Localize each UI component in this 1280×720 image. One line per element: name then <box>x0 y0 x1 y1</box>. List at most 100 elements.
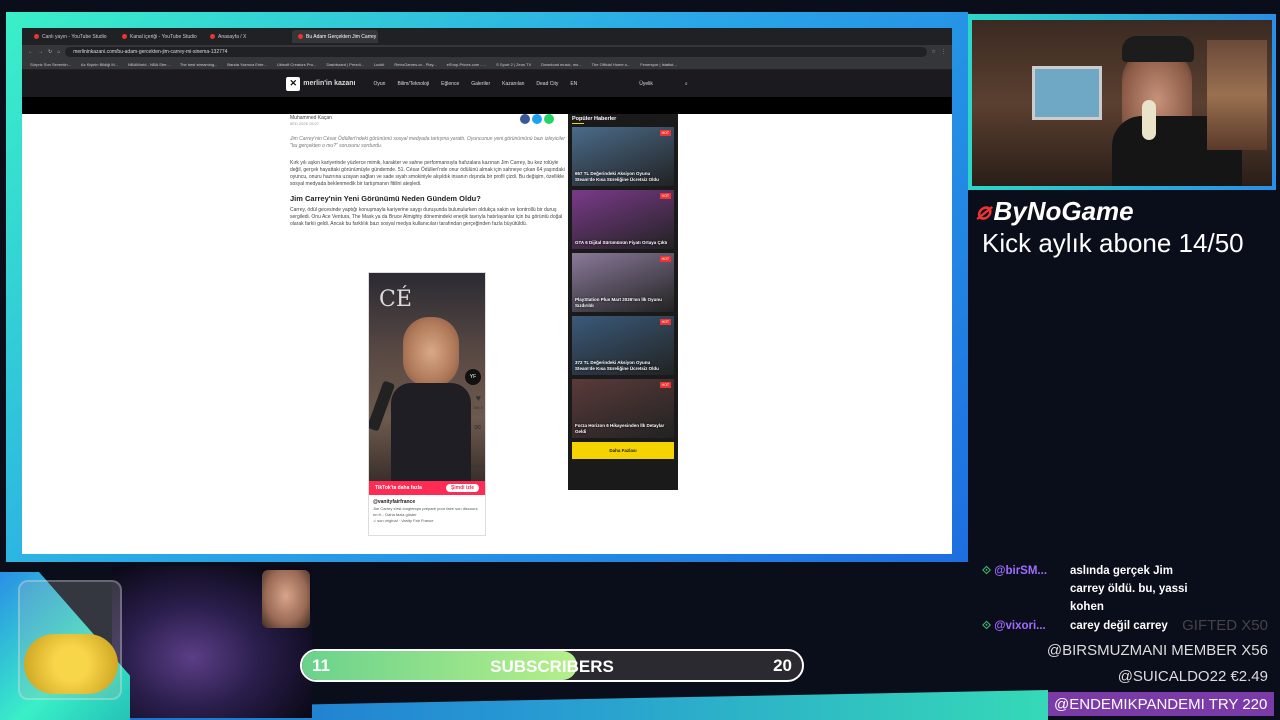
sidebar-title-underline <box>572 123 584 124</box>
article-paragraph: Carrey, ödül gecesinde yaptığı konuşmayl… <box>290 207 563 227</box>
bookshelf <box>1207 40 1267 150</box>
chat-message: ⟐ @vixori... carey değil carrey <box>982 617 1202 635</box>
card-badge: HOT <box>659 130 671 136</box>
tiktok-username[interactable]: @vanityfairfrance <box>369 495 485 506</box>
bookmark-item[interactable]: Sürpriz Son Seventin... <box>30 62 71 67</box>
card-badge: HOT <box>659 256 671 262</box>
facebook-icon[interactable] <box>520 114 530 124</box>
site-logo[interactable]: ✕ merlin'in kazanı <box>286 76 356 91</box>
home-icon[interactable]: ⌂ <box>57 49 60 55</box>
bookmark-item[interactable]: Ubisoft Creators Pro... <box>277 62 317 67</box>
chat-user: @birSM... <box>994 565 1048 577</box>
article-paragraph: Kırk yılı aşkın kariyerinde yüzlerce mim… <box>290 160 565 187</box>
bookmark-item[interactable]: S Sport 2 | Zeus TV <box>496 62 531 67</box>
news-card-title: Forza Horizon 6 Hikayesinden İlk Detayla… <box>575 423 665 434</box>
favicon-icon <box>122 34 127 39</box>
comment-icon[interactable]: ✉ <box>474 423 481 432</box>
chat-user: @vixori... <box>994 620 1046 632</box>
sidebar-title: Popüler Haberler <box>572 116 617 122</box>
nav-item[interactable]: Kazanılan <box>502 81 524 87</box>
tv-background <box>1032 66 1102 120</box>
back-icon[interactable]: ← <box>28 49 33 55</box>
sponsor-brand: ⌀ ByNoGame <box>976 196 1134 226</box>
twitter-icon[interactable] <box>532 114 542 124</box>
nav-item[interactable]: EN <box>570 81 577 87</box>
bookmark-item[interactable]: eShop-Prices.com - ... <box>447 62 487 67</box>
address-bar-row: ← → ↻ ⌂ merlininkazani.com/bu-adam-gerce… <box>22 45 952 59</box>
like-icon[interactable]: ♥ <box>476 393 481 403</box>
webcam-feed <box>972 20 1272 186</box>
forward-icon[interactable]: → <box>38 49 43 55</box>
reload-icon[interactable]: ↻ <box>48 49 52 55</box>
tiktok-sound: ♫ son original · Vanity Fair France <box>373 518 434 523</box>
more-news-button[interactable]: Daha Fazlası <box>572 442 674 459</box>
bookmark-item[interactable]: RetroGames.cc - Play... <box>394 62 436 67</box>
screen-share-frame: Canlı yayın - YouTube Studio Kanal içeriğ… <box>6 12 968 562</box>
popular-news-sidebar: Popüler Haberler HOT 657 TL Değerindeki A… <box>568 114 678 490</box>
article-body: Muhammed Kaçan 5ED.2026 15:07 Jim Carrey… <box>290 114 570 554</box>
browser-tab[interactable]: Kanal içeriği - YouTube Studio <box>116 30 202 43</box>
event-member: @BIRSMUZMANI MEMBER X56 <box>1046 642 1268 659</box>
vanityfair-avatar-icon[interactable]: YF <box>465 369 481 385</box>
nav-item[interactable]: Oyun <box>374 81 386 87</box>
news-card-list: HOT 657 TL Değerindeki Aksiyon Oyunu Stea… <box>572 127 674 438</box>
whatsapp-icon[interactable] <box>544 114 554 124</box>
nav-item[interactable]: Dead City <box>536 81 558 87</box>
cesar-backdrop: CÉ <box>379 287 412 312</box>
bookmark-item[interactable]: Az Kişinin Bildiği M... <box>81 62 118 67</box>
news-card-title: 372 TL Değerindeki Aksiyon Oyunu Steam'd… <box>575 360 659 371</box>
tiktok-cta-bar: TikTok'ta daha fazla Şimdi izle <box>369 481 485 495</box>
webcam-frame <box>968 14 1276 190</box>
bookmark-item[interactable]: The best streaming... <box>180 62 218 67</box>
tiktok-embed[interactable]: CÉ YF ♥ 346.9 ✉ 101.0K TikTok'ta daha fa… <box>368 272 486 536</box>
bookmark-item[interactable]: NBAWorld - NBA Stre... <box>128 62 170 67</box>
coins-icon <box>24 634 118 694</box>
card-badge: HOT <box>659 382 671 388</box>
news-card[interactable]: HOT Forza Horizon 6 Hikayesinden İlk Deta… <box>572 379 674 438</box>
watch-now-button[interactable]: Şimdi izle <box>445 484 479 492</box>
tiktok-video[interactable]: CÉ YF ♥ 346.9 ✉ 101.0K <box>369 273 485 481</box>
chat-badge-icon: ⟐ <box>982 565 995 577</box>
nav-item[interactable]: Bilim/Teknoloji <box>397 81 429 87</box>
news-card[interactable]: HOT 657 TL Değerindeki Aksiyon Oyunu Stea… <box>572 127 674 186</box>
microphone <box>1142 100 1156 140</box>
like-count: 346.9 <box>472 405 483 410</box>
sub-label: SUBSCRIBERS <box>490 657 614 676</box>
browser-tab[interactable]: Canlı yayın - YouTube Studio <box>28 30 114 43</box>
url-field[interactable]: merlininkazani.com/bu-adam-gercekten-jim… <box>65 47 927 57</box>
browser-tab[interactable]: Bu Adam Gerçekten Jim Carrey Mi... <box>292 30 378 43</box>
card-badge: HOT <box>659 193 671 199</box>
article-lead: Jim Carrey'nin César Ödülleri'ndeki görü… <box>290 136 566 149</box>
nav-item[interactable]: Galeriler <box>471 81 490 87</box>
news-card-title: PlayStation Plus Mart 2026'nın İlk Oyunu… <box>575 297 662 308</box>
bookmark-item[interactable]: The Official Home o... <box>592 62 631 67</box>
favicon-icon <box>34 34 39 39</box>
share-buttons <box>520 114 554 124</box>
browser-window: Canlı yayın - YouTube Studio Kanal içeriğ… <box>22 28 952 554</box>
search-icon[interactable]: ⌕ <box>685 81 688 87</box>
chat-text: carey değil carrey <box>1070 620 1168 632</box>
bookmark-item[interactable]: Download music, mo... <box>541 62 581 67</box>
event-donation: @SUICALDO22 €2.49 <box>1117 668 1268 685</box>
bookmark-item[interactable]: Fenerspor | İstatist... <box>640 62 676 67</box>
bookmark-item[interactable]: Luckit <box>374 62 384 67</box>
person-face <box>403 317 459 387</box>
favicon-icon <box>210 34 215 39</box>
news-card[interactable]: HOT PlayStation Plus Mart 2026'nın İlk Oy… <box>572 253 674 312</box>
news-card[interactable]: HOT 372 TL Değerindeki Aksiyon Oyunu Stea… <box>572 316 674 375</box>
tiktok-description: Jim Carrey s'est longtemps préparé pour … <box>373 506 478 517</box>
bookmark-item[interactable]: Dashboard | Prezdi... <box>326 62 364 67</box>
bookmark-item[interactable]: Banda Yazmca Ente... <box>227 62 266 67</box>
extensions-icon[interactable]: ⋮ <box>941 49 946 55</box>
nav-items: Oyun Bilim/Teknoloji Eğlence Galeriler Kazan… <box>374 81 578 87</box>
logo-icon: ✕ <box>286 76 301 91</box>
account-menu[interactable]: Üyelik <box>639 81 653 87</box>
site-navigation: ✕ merlin'in kazanı Oyun Bilim/Teknoloji Eğ… <box>22 70 952 97</box>
news-card[interactable]: HOT GTA 6 Dijital Sürümünün Fiyatı Ortaya… <box>572 190 674 249</box>
news-card-title: 657 TL Değerindeki Aksiyon Oyunu Steam'd… <box>575 171 659 182</box>
browser-tab[interactable]: Anasayfa / X <box>204 30 290 43</box>
event-highlight: @ENDEMIKPANDEMI TRY 220 <box>1048 692 1274 716</box>
star-icon[interactable]: ☆ <box>932 49 936 55</box>
nav-item[interactable]: Eğlence <box>441 81 459 87</box>
chat-text: aslında gerçek Jim carrey öldü. bu, yass… <box>1070 565 1188 613</box>
